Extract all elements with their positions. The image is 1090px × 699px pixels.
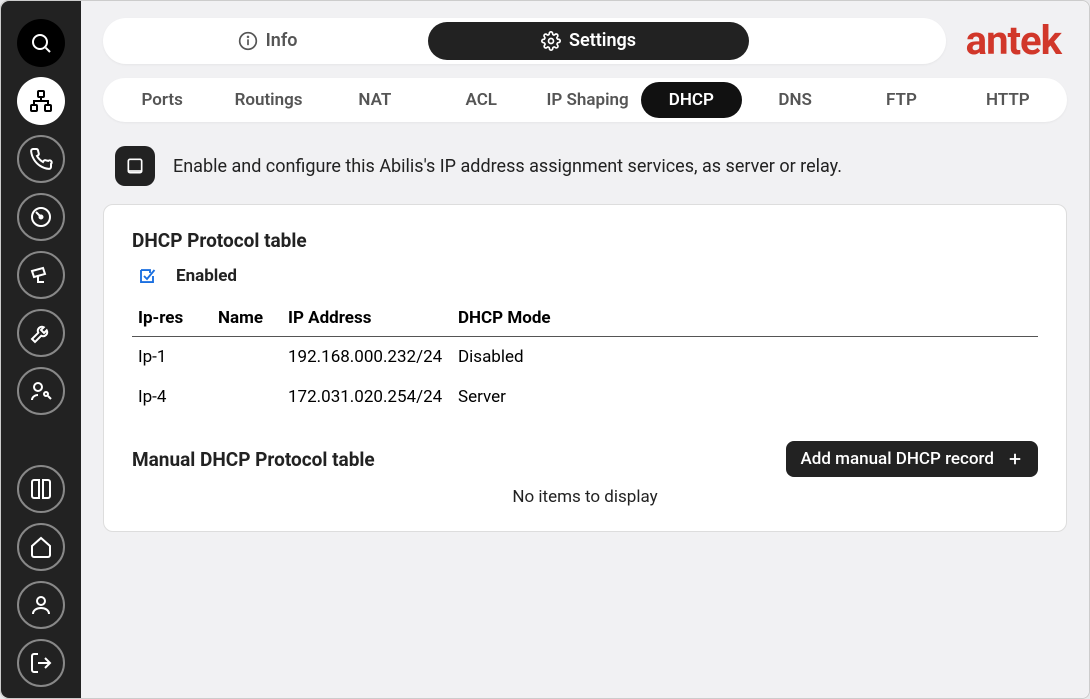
subtab-ftp[interactable]: FTP [848, 82, 954, 118]
no-items-text: No items to display [132, 477, 1038, 507]
subtab-ports[interactable]: Ports [109, 82, 215, 118]
tab-info-label: Info [266, 30, 298, 51]
table-row[interactable]: Ip-1 192.168.000.232/24 Disabled [132, 337, 1038, 378]
subtab-dhcp[interactable]: DHCP [641, 82, 742, 118]
subtab-nat[interactable]: NAT [322, 82, 428, 118]
sidebar-network-button[interactable] [17, 77, 65, 125]
check-icon [138, 267, 156, 285]
book-icon [29, 477, 53, 501]
phone-icon [29, 147, 53, 171]
home-icon [29, 535, 53, 559]
cell-name [212, 377, 282, 417]
sidebar-user-button[interactable] [17, 581, 65, 629]
gear-icon [541, 31, 561, 51]
enabled-label: Enabled [176, 266, 237, 286]
info-icon [238, 31, 258, 51]
subtab-http[interactable]: HTTP [955, 82, 1061, 118]
tab-info[interactable]: Info [107, 22, 428, 60]
sidebar-docs-button[interactable] [17, 465, 65, 513]
col-name: Name [212, 300, 282, 337]
gauge-icon [29, 205, 53, 229]
sidebar-tools-button[interactable] [17, 309, 65, 357]
sidebar-admin-button[interactable] [17, 367, 65, 415]
manual-row: Manual DHCP Protocol table Add manual DH… [132, 441, 1038, 477]
subtab-acl[interactable]: ACL [428, 82, 534, 118]
sidebar-home-button[interactable] [17, 523, 65, 571]
cell-mode: Server [452, 377, 1038, 417]
dhcp-title: DHCP Protocol table [132, 229, 1038, 252]
brand-logo: antek [966, 17, 1067, 64]
sidebar-search-button[interactable] [17, 19, 65, 67]
cell-ip: 172.031.020.254/24 [282, 377, 452, 417]
plus-icon [1006, 450, 1024, 468]
user-icon [29, 593, 53, 617]
add-button-label: Add manual DHCP record [800, 449, 994, 469]
book-open-icon [125, 156, 145, 176]
main-content: Info Settings antek Ports Routings NAT A… [81, 1, 1089, 698]
cell-mode: Disabled [452, 337, 1038, 378]
wrench-icon [29, 321, 53, 345]
description-icon-box [115, 146, 155, 186]
top-mode-tabs: Info Settings [103, 18, 946, 64]
sidebar [1, 1, 81, 698]
cell-ip: 192.168.000.232/24 [282, 337, 452, 378]
table-row[interactable]: Ip-4 172.031.020.254/24 Server [132, 377, 1038, 417]
subtab-ipshaping[interactable]: IP Shaping [534, 82, 640, 118]
search-icon [29, 31, 53, 55]
cell-name [212, 337, 282, 378]
sidebar-gauge-button[interactable] [17, 193, 65, 241]
camera-icon [29, 263, 53, 287]
tab-settings[interactable]: Settings [428, 22, 749, 60]
sidebar-phone-button[interactable] [17, 135, 65, 183]
network-icon [29, 89, 53, 113]
cell-ipres: Ip-1 [132, 337, 212, 378]
description-text: Enable and configure this Abilis's IP ad… [173, 156, 842, 177]
sidebar-camera-button[interactable] [17, 251, 65, 299]
logout-icon [29, 651, 53, 675]
enabled-checkbox[interactable] [138, 267, 156, 285]
tab-settings-label: Settings [569, 30, 636, 51]
dhcp-card: DHCP Protocol table Enabled Ip-res Name … [103, 204, 1067, 532]
enabled-row: Enabled [132, 266, 1038, 286]
sub-tabs: Ports Routings NAT ACL IP Shaping DHCP D… [103, 78, 1067, 122]
sidebar-logout-button[interactable] [17, 639, 65, 687]
subtab-routings[interactable]: Routings [215, 82, 321, 118]
add-manual-dhcp-button[interactable]: Add manual DHCP record [786, 441, 1038, 477]
description-row: Enable and configure this Abilis's IP ad… [103, 136, 1067, 190]
dhcp-table: Ip-res Name IP Address DHCP Mode Ip-1 19… [132, 300, 1038, 417]
manual-title: Manual DHCP Protocol table [132, 448, 375, 471]
subtab-dns[interactable]: DNS [742, 82, 848, 118]
col-ipres: Ip-res [132, 300, 212, 337]
user-key-icon [29, 379, 53, 403]
cell-ipres: Ip-4 [132, 377, 212, 417]
topbar: Info Settings antek [103, 17, 1067, 64]
col-ip: IP Address [282, 300, 452, 337]
col-mode: DHCP Mode [452, 300, 1038, 337]
